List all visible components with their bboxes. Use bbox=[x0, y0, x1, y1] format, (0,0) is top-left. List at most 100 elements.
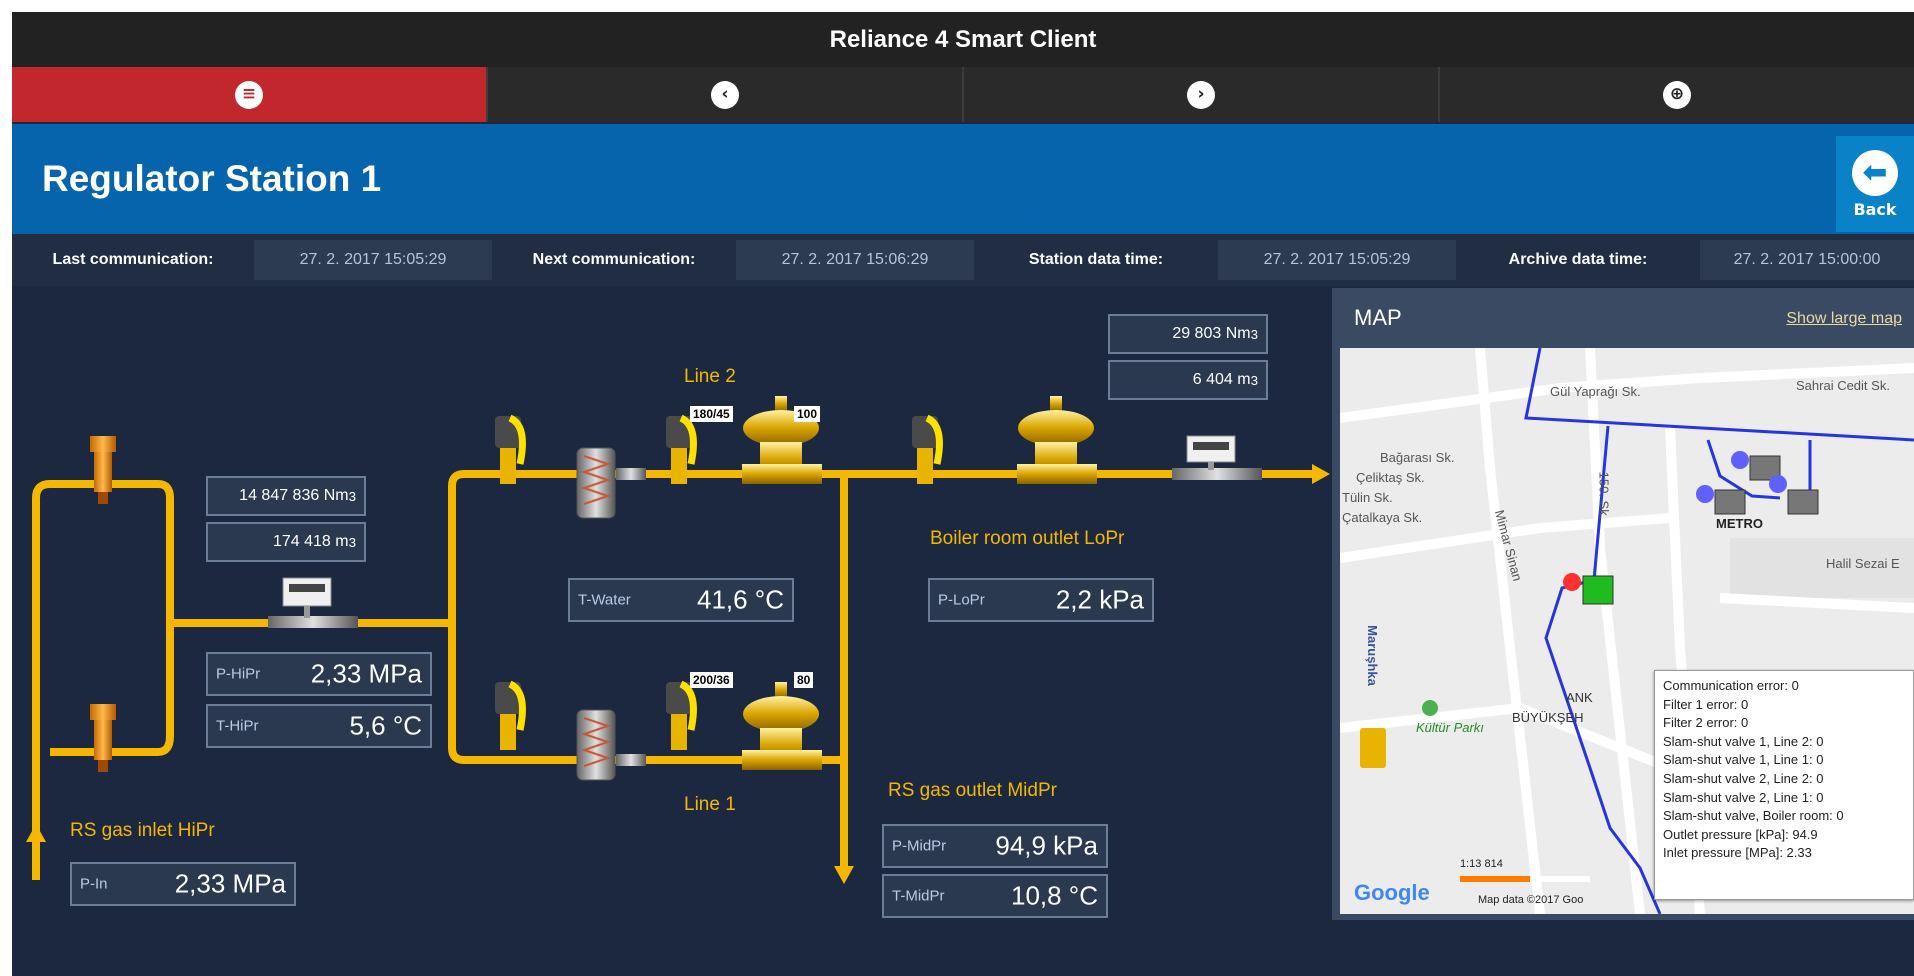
map-street-label: METRO bbox=[1716, 516, 1763, 531]
p-midpr-label: P-MidPr bbox=[892, 837, 947, 855]
map-street-label: Çatalkaya Sk. bbox=[1342, 510, 1423, 525]
slam-shut-valve-line1-b-icon bbox=[666, 680, 697, 750]
gas-meter-1-icon bbox=[268, 577, 358, 628]
park-icon bbox=[1422, 700, 1438, 716]
menu-button[interactable]: ≡ bbox=[12, 67, 488, 122]
tooltip-line: Filter 1 error: 0 bbox=[1663, 696, 1749, 712]
map-view[interactable]: Gül Yaprağı Sk. Sahrai Cedit Sk. Bağaras… bbox=[1340, 348, 1914, 914]
map-street-label: 150. Sk. bbox=[1596, 471, 1612, 520]
superscript: 3 bbox=[1250, 326, 1258, 342]
map-street-label: ANK bbox=[1566, 690, 1593, 705]
t-midpr-display: T-MidPr 10,8 °C bbox=[882, 874, 1108, 918]
slam-shut-valve-line1-a-icon bbox=[495, 680, 526, 750]
p-hipr-label: P-HiPr bbox=[216, 665, 261, 683]
line2-value-tag: 100 bbox=[794, 406, 821, 422]
map-street-label: Sahrai Cedit Sk. bbox=[1796, 378, 1890, 393]
tooltip-line: Communication error: 0 bbox=[1663, 678, 1799, 693]
map-street-label: Maruşhka bbox=[1364, 625, 1380, 686]
superscript: 3 bbox=[348, 488, 356, 504]
counter1-nm3: 14 847 836 Nm 3 bbox=[206, 476, 366, 516]
counter1-m3-value: 174 418 m bbox=[272, 533, 349, 550]
next-comm-label: Next communication: bbox=[532, 251, 696, 268]
archive-time-label: Archive data time: bbox=[1508, 251, 1648, 268]
station-time-label: Station data time: bbox=[1028, 251, 1164, 268]
status-bar: Last communication: 27. 2. 2017 15:05:29… bbox=[12, 234, 1914, 286]
counter2-m3: 6 404 m3 bbox=[1108, 360, 1268, 400]
back-button[interactable]: ⬅ Back bbox=[1836, 136, 1914, 232]
page-header: Regulator Station 1 ⬅ Back bbox=[12, 124, 1914, 234]
pipe-segment bbox=[616, 754, 646, 766]
last-comm-label: Last communication: bbox=[52, 251, 214, 268]
outlet-arrow-right-icon bbox=[1312, 464, 1330, 484]
t-midpr-label: T-MidPr bbox=[892, 887, 945, 905]
superscript: 3 bbox=[348, 534, 356, 550]
p-lopr-label: P-LoPr bbox=[938, 591, 985, 609]
page-title: Regulator Station 1 bbox=[42, 158, 382, 199]
p-in-display: P-In 2,33 MPa bbox=[70, 862, 296, 906]
line2-label: Line 2 bbox=[684, 366, 736, 387]
map-street-label: BÜYÜKŞEH bbox=[1512, 710, 1584, 725]
inlet-label: RS gas inlet HiPr bbox=[70, 820, 215, 841]
map-street-label: Tülin Sk. bbox=[1342, 490, 1393, 505]
p-lopr-value: 2,2 kPa bbox=[1055, 584, 1144, 615]
t-hipr-value: 5,6 °C bbox=[349, 710, 422, 741]
google-logo: Google bbox=[1354, 880, 1430, 905]
zoom-button[interactable]: ⊕ bbox=[1440, 67, 1914, 122]
tooltip-line: Slam-shut valve 2, Line 2: 0 bbox=[1663, 770, 1824, 786]
heater-line2-icon bbox=[576, 447, 616, 519]
p-midpr-display: P-MidPr 94,9 kPa bbox=[882, 824, 1108, 868]
counter2-m3-value: 6 404 m bbox=[1192, 371, 1251, 388]
gas-meter-2-icon bbox=[1172, 435, 1262, 480]
nav-forward-button[interactable]: › bbox=[964, 67, 1440, 122]
last-comm-value: 27. 2. 2017 15:05:29 bbox=[254, 240, 492, 280]
map-header: MAP Show large map bbox=[1332, 288, 1914, 348]
line2-setpoint-tag: 180/45 bbox=[690, 406, 733, 422]
p-hipr-value: 2,33 MPa bbox=[310, 658, 422, 689]
tooltip-line: Inlet pressure [MPa]: 2.33 bbox=[1663, 845, 1812, 861]
t-hipr-label: T-HiPr bbox=[216, 717, 259, 735]
tooltip-line: Slam-shut valve 1, Line 2: 0 bbox=[1663, 733, 1824, 749]
p-hipr-display: P-HiPr 2,33 MPa bbox=[206, 652, 432, 696]
safety-valve-bottom-icon bbox=[90, 704, 116, 772]
p-lopr-display: P-LoPr 2,2 kPa bbox=[928, 578, 1154, 622]
window-title: Reliance 4 Smart Client bbox=[12, 12, 1914, 67]
pressure-regulator-line1-icon bbox=[742, 682, 822, 770]
pressure-regulator-boiler-icon bbox=[1017, 396, 1097, 484]
counter2-nm3-value: 29 803 Nm bbox=[1172, 325, 1251, 342]
chevron-left-icon: ‹ bbox=[711, 80, 739, 109]
inlet-arrow-icon bbox=[26, 824, 46, 842]
next-comm-value: 27. 2. 2017 15:06:29 bbox=[736, 240, 974, 280]
arrow-left-icon: ⬅ bbox=[1852, 149, 1898, 196]
process-diagram: 14 847 836 Nm 3 174 418 m3 29 803 Nm 3 6 4… bbox=[12, 286, 1332, 976]
superscript: 3 bbox=[1250, 372, 1258, 388]
p-midpr-value: 94,9 kPa bbox=[995, 830, 1098, 861]
counter2-nm3: 29 803 Nm 3 bbox=[1108, 314, 1268, 354]
back-label: Back bbox=[1853, 199, 1897, 219]
t-water-label: T-Water bbox=[578, 591, 631, 609]
counter1-nm3-value: 14 847 836 Nm bbox=[239, 487, 349, 504]
pegman-icon[interactable] bbox=[1360, 728, 1386, 768]
map-title: MAP bbox=[1354, 305, 1402, 330]
t-midpr-value: 10,8 °C bbox=[1010, 880, 1098, 911]
tooltip-line: Slam-shut valve 2, Line 1: 0 bbox=[1663, 789, 1824, 805]
map-scale: 1:13 814 bbox=[1460, 858, 1503, 870]
boiler-room-label: Boiler room outlet LoPr bbox=[930, 528, 1125, 549]
map-street-label: Halil Sezai E bbox=[1826, 556, 1900, 571]
t-water-display: T-Water 41,6 °C bbox=[568, 578, 794, 622]
t-water-value: 41,6 °C bbox=[696, 584, 784, 615]
tooltip-line: Slam-shut valve 1, Line 1: 0 bbox=[1663, 752, 1824, 768]
heater-line1-icon bbox=[576, 709, 616, 781]
line1-setpoint-tag: 200/36 bbox=[690, 672, 733, 688]
outlet-label: RS gas outlet MidPr bbox=[888, 780, 1057, 801]
station-time-value: 27. 2. 2017 15:05:29 bbox=[1218, 240, 1456, 280]
show-large-map-link[interactable]: Show large map bbox=[1786, 310, 1902, 328]
t-hipr-display: T-HiPr 5,6 °C bbox=[206, 704, 432, 748]
tooltip-line: Filter 2 error: 0 bbox=[1663, 715, 1749, 731]
station-tooltip: Communication error: 0 Filter 1 error: 0… bbox=[1654, 670, 1914, 900]
app-window: Reliance 4 Smart Client ≡ ‹ › ⊕ Regulato… bbox=[12, 12, 1914, 976]
tooltip-line: Slam-shut valve, Boiler room: 0 bbox=[1663, 808, 1844, 824]
nav-back-button[interactable]: ‹ bbox=[488, 67, 964, 122]
map-street-label: Kültür Parkı bbox=[1416, 720, 1484, 735]
p-in-value: 2,33 MPa bbox=[174, 868, 286, 899]
inlet-stub bbox=[32, 842, 40, 880]
